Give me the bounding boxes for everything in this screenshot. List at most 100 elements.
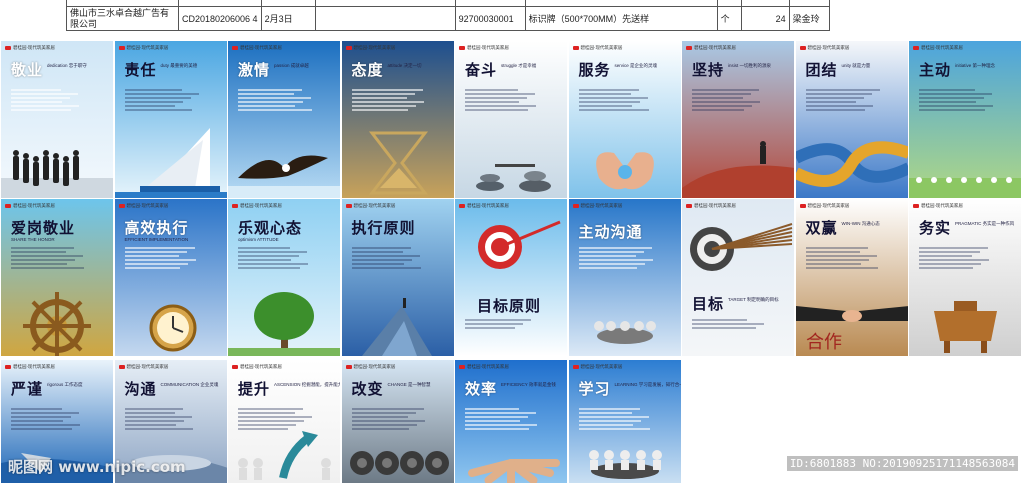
poster-brand: 碧桂园·现代筑美家居 [459,203,509,209]
poster-tile: 碧桂园·现代筑美家居 务实 PRAGMATIC 务实是一种作风 [909,199,1022,356]
poster-subtitle: PRAGMATIC 务实是一种作风 [955,221,1015,226]
poster-brand: 碧桂园·现代筑美家居 [573,203,623,209]
poster-title: 执行原则 [351,219,416,237]
poster-title: 服务 [578,61,611,79]
poster-subtitle: rigorous 工作态度 [47,382,83,387]
poster-tile: 碧桂园·现代筑美家居执行原则 [341,199,455,356]
poster-brand: 碧桂园·现代筑美家居 [346,364,396,370]
poster-body-lines [351,87,424,113]
poster-brand: 碧桂园·现代筑美家居 [5,364,55,370]
poster-brand: 碧桂园·现代筑美家居 [800,45,850,51]
poster-illustration [909,286,1021,356]
poster-body-lines [919,87,993,113]
poster-brand: 碧桂园·现代筑美家居 [686,45,736,51]
quantity-cell: 24 [740,6,790,31]
poster-title: 双赢 [805,219,838,237]
table-row: 佛山市三水卓合越广告有限公司 CD20180206006 4 2月3日 9270… [66,6,830,31]
poster-body-lines [578,245,653,271]
poster-brand: 碧桂园·现代筑美家居 [232,45,282,51]
poster-subtitle: passion 成就卓越 [274,63,309,68]
poster-illustration [228,138,340,198]
poster-title: 乐观心态 [238,219,303,237]
poster-brand: 碧桂园·现代筑美家居 [5,45,55,51]
poster-body-lines [11,406,81,432]
company-cell: 佛山市三水卓合越广告有限公司 [66,6,179,31]
poster-title: 目标原则 [477,297,542,315]
poster-tile: 碧桂园·现代筑美家居 坚持 insist 一切胜利的源泉 [682,41,795,198]
poster-subtitle: WIN-WIN 沟通心态 [841,221,880,226]
poster-tile: 碧桂园·现代筑美家居 主动沟通 [568,199,682,356]
poster-subtitle: optimism ATTITUDE [238,237,279,242]
poster-illustration [682,219,794,289]
poster-tile: 碧桂园·现代筑美家居 敬业 dedication 忠于职守 [1,41,114,198]
site-watermark: 昵图网 www.nipic.com [8,458,186,476]
poster-tile: 碧桂园·现代筑美家居 态度 attitude 决定一切 [341,41,455,198]
unit-cell: 个 [716,6,742,31]
poster-body-lines [692,87,762,113]
contact-cell: 梁金玲 [788,6,830,31]
poster-tile: 碧桂园·现代筑美家居 激情 passion 成就卓越 [228,41,341,198]
poster-brand: 碧桂园·现代筑美家居 [459,45,509,51]
poster-body-lines [465,317,535,331]
poster-subtitle: service 是企业的灵魂 [614,63,658,68]
poster-title: 学习 [578,380,611,398]
poster-title: 目标 [692,295,725,313]
order-table: 佛山市三水卓合越广告有限公司 CD20180206006 4 2月3日 9270… [66,0,830,31]
poster-title: 严谨 [11,380,44,398]
poster-title: 效率 [465,380,498,398]
poster-brand: 碧桂园·现代筑美家居 [119,364,169,370]
poster-brand: 碧桂园·现代筑美家居 [232,203,282,209]
poster-illustration [455,433,567,483]
poster-tile: 碧桂园·现代筑美家居 奋斗 struggle 才是幸福 [455,41,568,198]
poster-title: 爱岗敬业 [11,219,76,237]
poster-brand: 碧桂园·现代筑美家居 [686,203,736,209]
poster-brand: 碧桂园·现代筑美家居 [232,364,282,370]
poster-brand: 碧桂园·现代筑美家居 [346,203,396,209]
poster-illustration [228,286,340,356]
poster-body-lines [692,317,764,331]
poster-body-lines [124,87,199,113]
poster-title: 主动 [919,61,952,79]
poster-tile: 碧桂园·现代筑美家居目标 TARGET 制定明确的目标 [682,199,795,356]
poster-illustration [569,306,681,356]
poster-brand: 碧桂园·现代筑美家居 [800,203,850,209]
poster-brand: 碧桂园·现代筑美家居 [346,45,396,51]
poster-tile: 碧桂园·现代筑美家居 双赢 WIN-WIN 沟通心态 合作 [795,199,909,356]
poster-body-lines [465,406,537,432]
poster-illustration [682,138,794,198]
poster-title: 敬业 [11,61,44,79]
poster-subtitle: initiative 第一种理念 [955,63,996,68]
poster-subtitle: insist 一切胜利的源泉 [728,63,772,68]
poster-subtitle: LEARNING 学习是发展，知行合一 [614,382,682,387]
poster-subtitle: TARGET 制定明确的目标 [728,297,779,302]
poster-tile: 碧桂园·现代筑美家居 团结 unity 就是力量 [795,41,909,198]
poster-body-lines [351,406,425,432]
poster-illustration [114,128,227,198]
poster-body-lines [805,245,878,271]
poster-illustration [795,128,908,198]
poster-subtitle: unity 就是力量 [841,63,871,68]
poster-body-lines [919,245,989,271]
poster-illustration [115,286,227,356]
poster-subtitle: COMMUNICATION 企业灵魂 [160,382,219,387]
poster-subtitle: CHANGE 是一种智慧 [387,382,431,387]
image-id-watermark: ID:6801883 NO:20190925171148563084 [786,456,1018,471]
poster-body-lines [465,87,536,113]
poster-subtitle: SHARE THE HONOR [11,237,55,242]
date-cell: 2月3日 [260,6,316,31]
poster-tile: 碧桂园·现代筑美家居 爱岗敬业 SHARE THE HONOR [1,199,114,356]
poster-tile: 碧桂园·现代筑美家居目标原则 [455,199,568,356]
poster-tile: 碧桂园·现代筑美家居 高效执行 EFFICIENT IMPLEMENTATION [114,199,228,356]
poster-illustration [455,217,567,287]
poster-tile: 碧桂园·现代筑美家居 改变 CHANGE 是一种智慧 [341,360,455,483]
poster-title: 态度 [351,61,384,79]
poster-subtitle: duty 最重要的美德 [160,63,198,68]
poster-body-lines [238,245,308,271]
poster-illustration [569,433,681,483]
poster-brand: 碧桂园·现代筑美家居 [459,364,509,370]
poster-tile: 碧桂园·现代筑美家居乐观心态 optimism ATTITUDE [228,199,341,356]
poster-brand: 碧桂园·现代筑美家居 [913,45,963,51]
poster-illustration [342,286,454,356]
description-cell: 标识牌（500*700MM）先送样 [524,6,718,31]
poster-subtitle: EFFICIENT IMPLEMENTATION [124,237,189,242]
